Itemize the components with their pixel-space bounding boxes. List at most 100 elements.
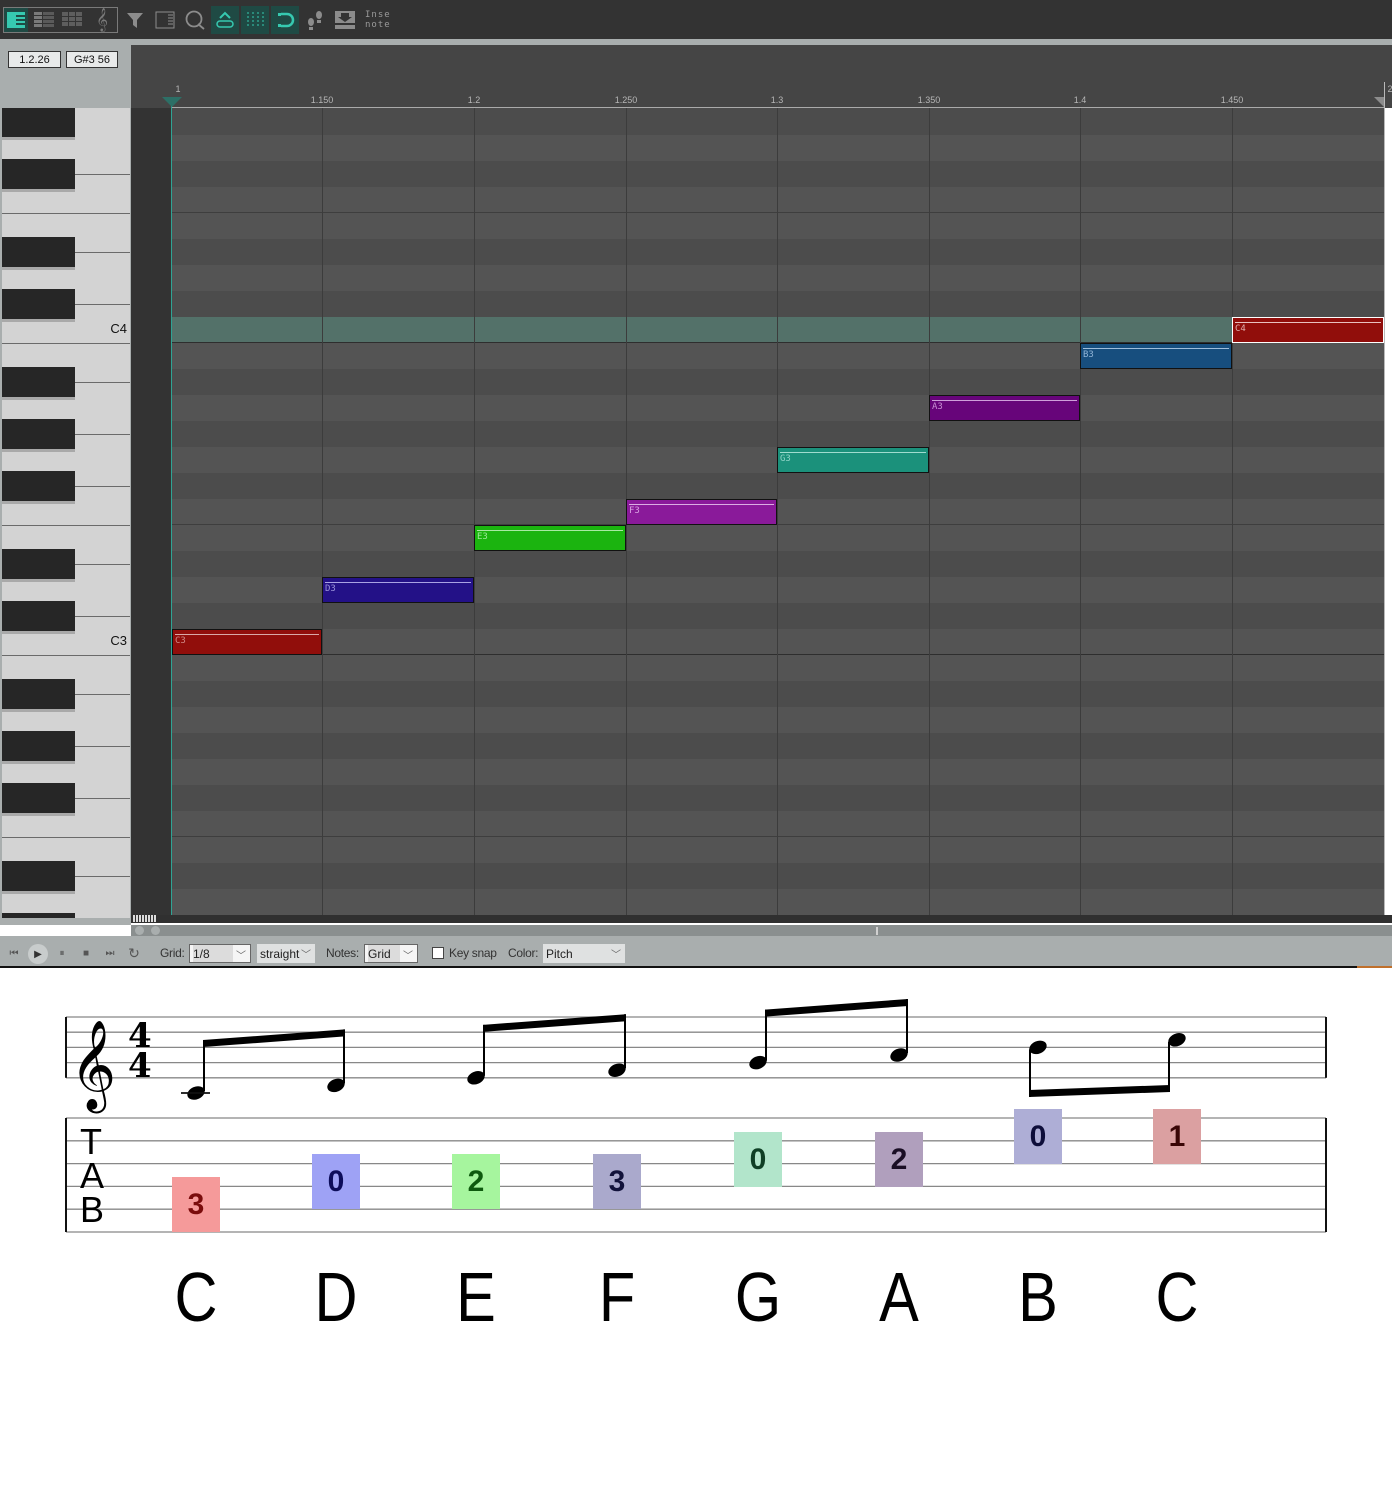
ruler-tick-label: 1.250 [614, 95, 638, 105]
note-label: F3 [629, 506, 640, 516]
loop-button[interactable] [271, 6, 299, 34]
lane-ds2[interactable] [172, 863, 1384, 889]
lane-e2[interactable] [172, 837, 1384, 863]
black-key-cs4[interactable] [2, 289, 75, 319]
note-name-letter: F [598, 1258, 636, 1336]
grid-snap-button[interactable] [241, 6, 269, 34]
lane-as3[interactable] [172, 369, 1384, 395]
midi-note[interactable]: C4 [1232, 317, 1384, 343]
quantize-button[interactable] [181, 6, 209, 34]
loop-end-marker-icon[interactable] [1374, 97, 1384, 107]
lane-fs2[interactable] [172, 785, 1384, 811]
tab-fret-box: 3 [172, 1177, 220, 1233]
midi-note[interactable]: D3 [322, 577, 474, 603]
event-list-button[interactable] [151, 6, 179, 34]
pitch-readout: G#3 56 [66, 51, 118, 68]
play-button[interactable]: ▶ [28, 944, 48, 964]
grid-type-select[interactable]: straight ﹀ [257, 944, 315, 963]
midi-note[interactable]: E3 [474, 525, 626, 551]
lane-g2[interactable] [172, 759, 1384, 785]
midi-note[interactable]: F3 [626, 499, 777, 525]
drum-grid-view-button[interactable] [61, 8, 85, 32]
black-key-fs3[interactable] [2, 471, 75, 501]
midi-note[interactable]: A3 [929, 395, 1080, 421]
piano-keyboard[interactable]: C4 C3 [2, 108, 130, 918]
note-name-letter: E [456, 1258, 496, 1336]
notation-view-button[interactable]: 𝄞 [90, 8, 114, 32]
lane-gs3[interactable] [172, 421, 1384, 447]
lane-cs3[interactable] [172, 603, 1384, 629]
playhead-marker-icon[interactable] [162, 97, 182, 107]
filter-button[interactable] [121, 6, 149, 34]
repeat-icon: ↻ [128, 944, 140, 961]
black-key-as2[interactable] [2, 679, 75, 709]
lane-gs2[interactable] [172, 733, 1384, 759]
tab-fret-box: 0 [734, 1131, 782, 1187]
black-key-fs4[interactable] [2, 159, 75, 189]
pause-button[interactable]: ⏸ [54, 945, 70, 961]
white-key-edge [75, 746, 130, 747]
black-key-ds2[interactable] [2, 861, 75, 891]
lane-b2[interactable] [172, 655, 1384, 681]
lane-gs4[interactable] [172, 109, 1384, 135]
insert-note-button[interactable] [331, 6, 359, 34]
piano-roll-view-button[interactable] [4, 8, 28, 32]
scroll-zoom-handle[interactable] [876, 927, 878, 935]
lane-e4[interactable] [172, 213, 1384, 239]
lane-f4[interactable] [172, 187, 1384, 213]
black-key-gs4[interactable] [2, 108, 75, 137]
lane-ds3[interactable] [172, 551, 1384, 577]
lane-e3[interactable] [172, 525, 1384, 551]
grid-snap-icon [247, 12, 264, 28]
cc-lane-divider[interactable] [131, 915, 1392, 923]
lane-a3[interactable] [172, 395, 1384, 421]
note-name-letter: G [734, 1258, 782, 1336]
black-key-ds3[interactable] [2, 549, 75, 579]
black-key-ds4[interactable] [2, 237, 75, 267]
link-cc-button[interactable] [211, 6, 239, 34]
black-key-gs3[interactable] [2, 419, 75, 449]
white-key-edge [75, 252, 130, 253]
black-key-fs2[interactable] [2, 783, 75, 813]
resize-grip-icon[interactable] [133, 915, 157, 922]
midi-note[interactable]: C3 [172, 629, 322, 655]
white-key-edge [2, 655, 130, 656]
lane-cs4[interactable] [172, 291, 1384, 317]
lane-c4[interactable] [172, 317, 1384, 343]
grid-type-value: straight [260, 946, 300, 961]
scroll-thumb[interactable] [151, 926, 160, 935]
notes-select[interactable]: Grid ﹀ [364, 944, 418, 963]
color-mode-select[interactable]: Pitch ﹀ [543, 944, 625, 963]
note-grid[interactable] [172, 108, 1384, 915]
lane-f3[interactable] [172, 499, 1384, 525]
rewind-button[interactable]: ⏮ [6, 945, 22, 961]
ruler-tick-label: 1.3 [770, 95, 784, 105]
lane-fs3[interactable] [172, 473, 1384, 499]
midi-note[interactable]: B3 [1080, 343, 1232, 369]
repeat-button[interactable]: ↻ [126, 945, 142, 961]
lane-f2[interactable] [172, 811, 1384, 837]
note-name-letter: C [174, 1258, 218, 1336]
lane-d2[interactable] [172, 889, 1384, 915]
named-notes-view-button[interactable] [32, 8, 56, 32]
black-key-cs2[interactable] [2, 913, 75, 918]
step-input-button[interactable] [301, 6, 329, 34]
lane-c3[interactable] [172, 629, 1384, 655]
scroll-left-button[interactable] [135, 926, 144, 935]
grid-size-select[interactable]: 1/8 ﹀ [189, 944, 251, 963]
lane-as2[interactable] [172, 681, 1384, 707]
forward-button[interactable]: ⏭ [102, 945, 118, 961]
black-key-cs3[interactable] [2, 601, 75, 631]
midi-note[interactable]: G3 [777, 447, 929, 473]
horizontal-scrollbar[interactable] [131, 925, 1392, 936]
lane-g4[interactable] [172, 135, 1384, 161]
lane-d4[interactable] [172, 265, 1384, 291]
black-key-as3[interactable] [2, 367, 75, 397]
black-key-gs2[interactable] [2, 731, 75, 761]
lane-fs4[interactable] [172, 161, 1384, 187]
lane-ds4[interactable] [172, 239, 1384, 265]
stop-button[interactable]: ■ [78, 945, 94, 961]
note-name-letter: B [1018, 1258, 1058, 1336]
keysnap-checkbox[interactable] [432, 947, 444, 959]
lane-a2[interactable] [172, 707, 1384, 733]
